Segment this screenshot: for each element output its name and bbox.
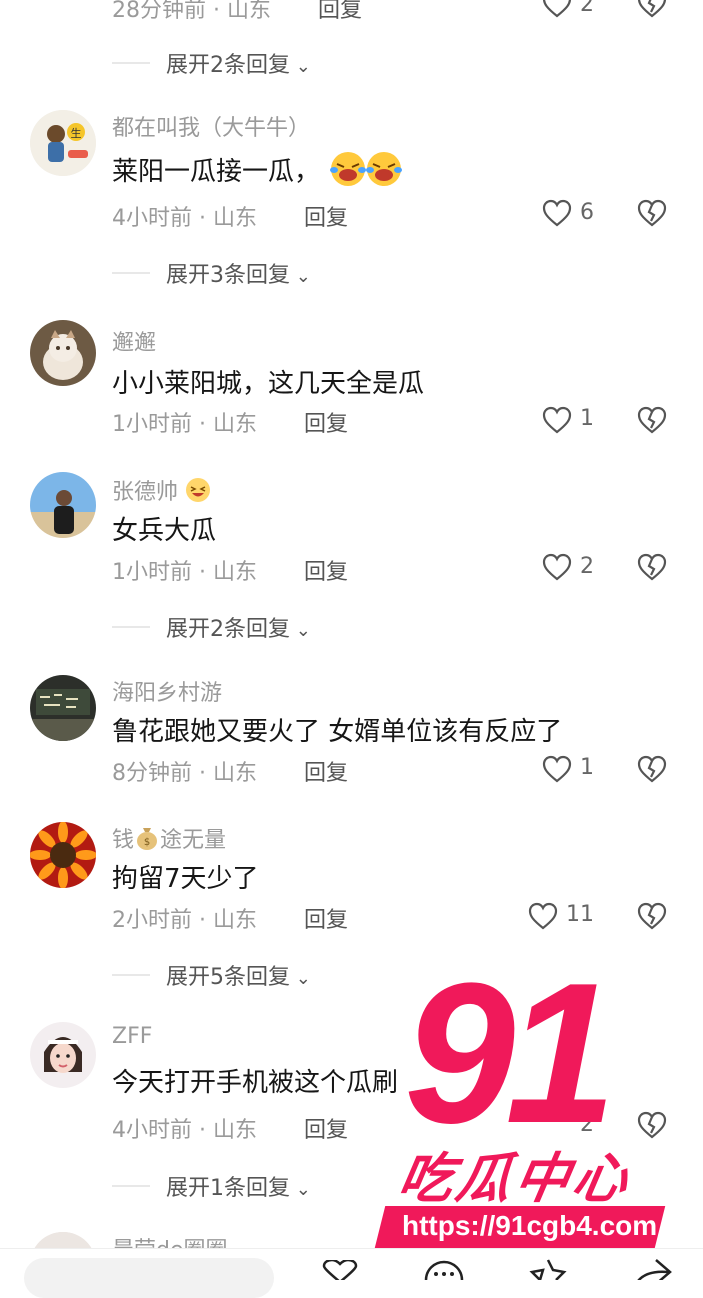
divider (112, 1185, 150, 1187)
username[interactable]: ZFF (112, 1024, 152, 1049)
chevron-down-icon: ⌄ (290, 1179, 311, 1200)
dislike-icon[interactable] (637, 902, 667, 930)
heart-icon[interactable] (320, 1260, 360, 1280)
username[interactable]: 邂邂 (112, 325, 156, 357)
chevron-down-icon: ⌄ (290, 620, 311, 641)
expand-replies-button[interactable]: 展开1条回复 ⌄ (166, 1170, 311, 1202)
reply-button[interactable]: 回复 (304, 755, 348, 787)
dislike-icon[interactable] (637, 0, 667, 18)
expand-replies-button[interactable]: 展开5条回复 ⌄ (166, 959, 311, 991)
like-count: 1 (580, 755, 594, 780)
avatar[interactable] (30, 675, 96, 741)
heart-icon[interactable] (528, 902, 558, 930)
like-count: 11 (566, 902, 594, 927)
avatar[interactable] (30, 472, 96, 538)
username[interactable]: 钱 $ 途无量 (112, 822, 226, 857)
svg-text:生: 生 (71, 126, 82, 140)
comment-time: 2小时前 · 山东 (112, 908, 257, 933)
svg-text:$: $ (144, 837, 150, 848)
like-count: 2 (580, 554, 594, 579)
money-bag-icon: $ (134, 825, 160, 857)
divider (112, 626, 150, 628)
comment-time: 1小时前 · 山东 (112, 412, 257, 437)
dislike-icon[interactable] (637, 406, 667, 434)
comment-text: 莱阳一瓜接一瓜， (112, 150, 404, 195)
comment-time: 1小时前 · 山东 (112, 560, 257, 585)
dislike-icon[interactable] (637, 199, 667, 227)
reply-button[interactable]: 回复 (304, 406, 348, 438)
like-count: 6 (580, 200, 594, 225)
avatar[interactable] (30, 1022, 96, 1088)
grinning-emoji-icon (185, 477, 211, 509)
divider (112, 62, 150, 64)
expand-replies-button[interactable]: 展开2条回复 ⌄ (166, 611, 311, 643)
share-icon[interactable] (630, 1258, 674, 1280)
comment-time: 4小时前 · 山东 (112, 1118, 257, 1143)
heart-icon[interactable] (542, 0, 572, 18)
heart-icon[interactable] (542, 406, 572, 434)
reply-button[interactable]: 回复 (304, 200, 348, 232)
star-icon[interactable] (526, 1258, 570, 1280)
divider (112, 272, 150, 274)
watermark-logo: 91 吃瓜中心 https://91cgb4.com (374, 954, 674, 1254)
comment-icon[interactable] (424, 1260, 464, 1280)
comment-text: 小小莱阳城，这几天全是瓜 (112, 369, 425, 399)
watermark-url: https://91cgb4.com (402, 1210, 658, 1241)
comment-time: 8分钟前 · 山东 (112, 761, 257, 786)
divider (112, 974, 150, 976)
username[interactable]: 张德帅 (112, 474, 211, 509)
dislike-icon[interactable] (637, 755, 667, 783)
comment-time: 28分钟前 · 山东 (112, 0, 271, 23)
username[interactable]: 海阳乡村游 (112, 675, 222, 707)
comment-text: 女兵大瓜 (112, 516, 217, 546)
like-count: 2 (580, 0, 594, 17)
laughing-emoji-icon (328, 150, 368, 195)
reply-button[interactable]: 回复 (304, 1112, 348, 1144)
chevron-down-icon: ⌄ (290, 56, 311, 77)
heart-icon[interactable] (542, 553, 572, 581)
watermark-number: 91 (404, 942, 616, 1165)
comment-time: 4小时前 · 山东 (112, 206, 257, 231)
comment-input[interactable] (24, 1258, 274, 1298)
reply-button[interactable]: 回复 (304, 902, 348, 934)
dislike-icon[interactable] (637, 553, 667, 581)
chevron-down-icon: ⌄ (290, 968, 311, 989)
avatar[interactable] (30, 822, 96, 888)
reply-button[interactable]: 回复 (318, 0, 362, 24)
comment-text: 今天打开手机被这个瓜刷 (112, 1068, 399, 1098)
heart-icon[interactable] (542, 199, 572, 227)
expand-replies-button[interactable]: 展开2条回复 ⌄ (166, 47, 311, 79)
heart-icon[interactable] (542, 755, 572, 783)
laughing-emoji-icon (364, 150, 404, 195)
comment-text: 鲁花跟她又要火了 女婿单位该有反应了 (112, 717, 563, 747)
avatar[interactable] (30, 320, 96, 386)
like-count: 1 (580, 406, 594, 431)
comment-text: 拘留7天少了 (112, 864, 259, 894)
reply-button[interactable]: 回复 (304, 554, 348, 586)
expand-replies-button[interactable]: 展开3条回复 ⌄ (166, 257, 311, 289)
avatar[interactable]: 生 (30, 110, 96, 176)
username[interactable]: 都在叫我（大牛牛） (112, 110, 310, 142)
watermark-title: 吃瓜中心 (393, 1147, 637, 1210)
chevron-down-icon: ⌄ (290, 266, 311, 287)
